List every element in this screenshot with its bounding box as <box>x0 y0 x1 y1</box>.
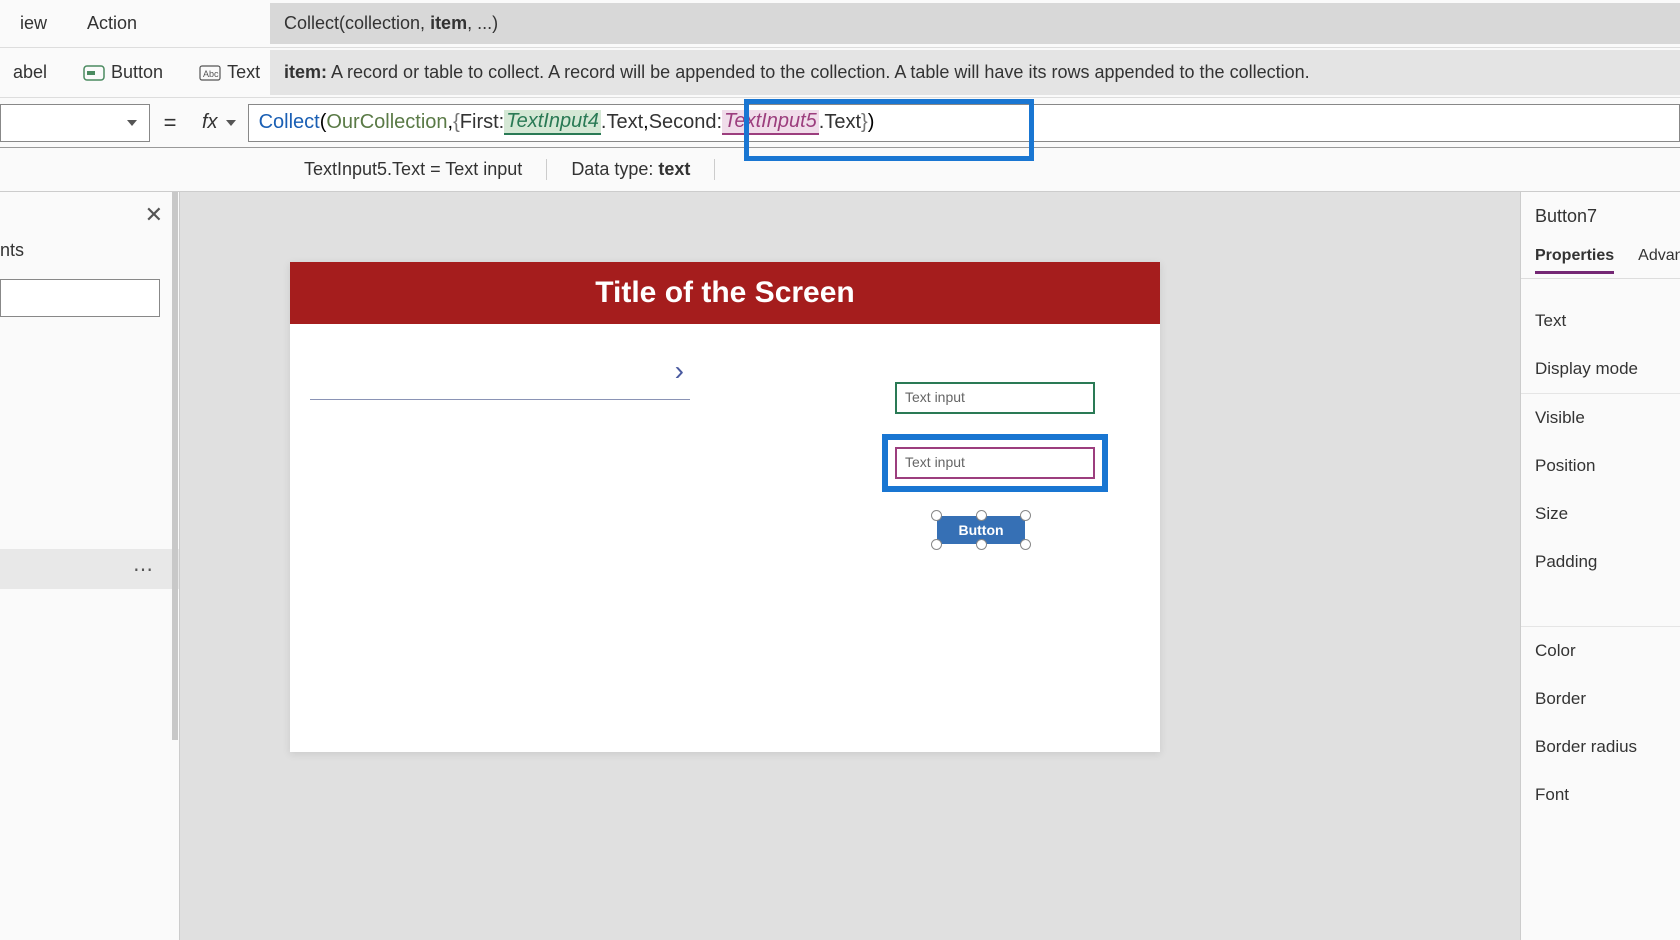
token-close-brace: } <box>861 111 868 134</box>
token-open-brace: { <box>453 111 460 134</box>
desc-bold: item: <box>284 62 327 82</box>
tab-advanced[interactable]: Advan <box>1638 247 1680 274</box>
resize-handle-br[interactable] <box>1020 539 1031 550</box>
prop-display-mode[interactable]: Display mode <box>1535 345 1680 393</box>
prop-visible[interactable]: Visible <box>1535 394 1680 442</box>
token-function: Collect <box>259 111 320 134</box>
canvas-text-input-2-highlight: Text input <box>882 434 1108 492</box>
properties-panel: Button7 Properties Advan Text Display mo… <box>1520 192 1680 940</box>
token-dot-text2: .Text <box>819 111 861 134</box>
prop-border[interactable]: Border <box>1535 675 1680 723</box>
text-icon: Abc <box>199 64 221 82</box>
argument-description: item: A record or table to collect. A re… <box>270 50 1680 95</box>
token-open-paren: ( <box>320 111 327 134</box>
formula-info-bar: TextInput5.Text = Text input Data type: … <box>0 148 1680 192</box>
canvas-wrapper: Title of the Screen › Text input Text in… <box>180 192 1520 940</box>
button-icon <box>83 64 105 82</box>
canvas-button-selection: Button <box>937 516 1025 544</box>
prop-position[interactable]: Position <box>1535 442 1680 490</box>
menu-action[interactable]: Action <box>67 1 157 46</box>
gallery-header-row: › <box>310 342 690 400</box>
tree-panel: ✕ nts ⋯ <box>0 192 180 940</box>
props-divider <box>1521 278 1680 279</box>
datatype-label: Data type: <box>571 159 658 179</box>
prop-padding[interactable]: Padding <box>1535 538 1680 586</box>
tree-search-input[interactable] <box>0 279 160 317</box>
resize-handle-tl[interactable] <box>931 510 942 521</box>
formula-input[interactable]: Collect(OurCollection, {First: TextInput… <box>248 104 1680 142</box>
insert-toolbar: abel Button Abc Text item: A record or t… <box>0 48 1680 98</box>
button-text: Button <box>111 62 163 83</box>
prop-color[interactable]: Color <box>1535 627 1680 675</box>
token-collection: OurCollection <box>326 111 447 134</box>
token-ref-textinput5: TextInput5 <box>722 110 819 135</box>
token-ref-textinput4: TextInput4 <box>504 110 601 135</box>
tree-item-selected[interactable]: ⋯ <box>0 549 179 589</box>
token-dot-text1: .Text <box>601 111 643 134</box>
resize-handle-bl[interactable] <box>931 539 942 550</box>
resize-handle-tr[interactable] <box>1020 510 1031 521</box>
resize-handle-tm[interactable] <box>976 510 987 521</box>
chevron-down-icon <box>226 120 236 126</box>
canvas-text-input-1[interactable]: Text input <box>895 382 1095 414</box>
prop-border-radius[interactable]: Border radius <box>1535 723 1680 771</box>
hint-prefix: Collect(collection, <box>284 13 430 33</box>
info-data-type: Data type: text <box>547 159 715 180</box>
more-icon[interactable]: ⋯ <box>133 557 155 582</box>
chevron-right-icon[interactable]: › <box>675 355 684 387</box>
formula-bar-row: = fx Collect(OurCollection, {First: Text… <box>0 98 1680 148</box>
tab-properties[interactable]: Properties <box>1535 247 1614 274</box>
insert-label-button[interactable]: abel <box>5 58 55 87</box>
insert-button-button[interactable]: Button <box>75 58 171 87</box>
selected-control-name: Button7 <box>1535 206 1680 227</box>
equals-sign: = <box>150 110 190 136</box>
text-label: Text <box>227 62 260 83</box>
toolbar-left-group: abel Button Abc Text <box>0 58 270 87</box>
prop-text[interactable]: Text <box>1535 297 1680 345</box>
canvas-text-input-2[interactable]: Text input <box>895 447 1095 479</box>
main-area: ✕ nts ⋯ Title of the Screen › Text input… <box>0 192 1680 940</box>
menu-view[interactable]: iew <box>0 1 67 46</box>
canvas-body: › Text input Text input Button <box>290 324 1160 742</box>
label-text: abel <box>13 62 47 83</box>
prop-size[interactable]: Size <box>1535 490 1680 538</box>
top-menu-bar: iew Action Collect(collection, item, ...… <box>0 0 1680 48</box>
canvas-button[interactable]: Button <box>937 516 1025 544</box>
app-canvas[interactable]: Title of the Screen › Text input Text in… <box>290 262 1160 752</box>
menu-left-group: iew Action <box>0 1 270 46</box>
close-icon[interactable]: ✕ <box>145 202 163 228</box>
fx-label: fx <box>202 111 218 134</box>
formula-signature-hint: Collect(collection, item, ...) <box>270 3 1680 44</box>
properties-tabs: Properties Advan <box>1535 247 1680 274</box>
screen-title-header[interactable]: Title of the Screen <box>290 262 1160 324</box>
token-key-second: Second: <box>649 111 722 134</box>
token-key-first: First: <box>460 111 504 134</box>
desc-text: A record or table to collect. A record w… <box>327 62 1310 82</box>
property-selector[interactable] <box>0 104 150 142</box>
svg-text:Abc: Abc <box>203 69 219 79</box>
info-value-preview: TextInput5.Text = Text input <box>280 159 547 180</box>
hint-suffix: , ...) <box>467 13 498 33</box>
datatype-value: text <box>658 159 690 179</box>
token-close-paren: ) <box>868 111 875 134</box>
fx-expand-button[interactable]: fx <box>190 111 248 134</box>
canvas-button-label: Button <box>958 522 1003 538</box>
chevron-down-icon <box>127 120 137 126</box>
prop-font[interactable]: Font <box>1535 771 1680 819</box>
resize-handle-bm[interactable] <box>976 539 987 550</box>
hint-current-arg: item <box>430 13 467 33</box>
panel-resize-handle[interactable] <box>172 192 178 740</box>
